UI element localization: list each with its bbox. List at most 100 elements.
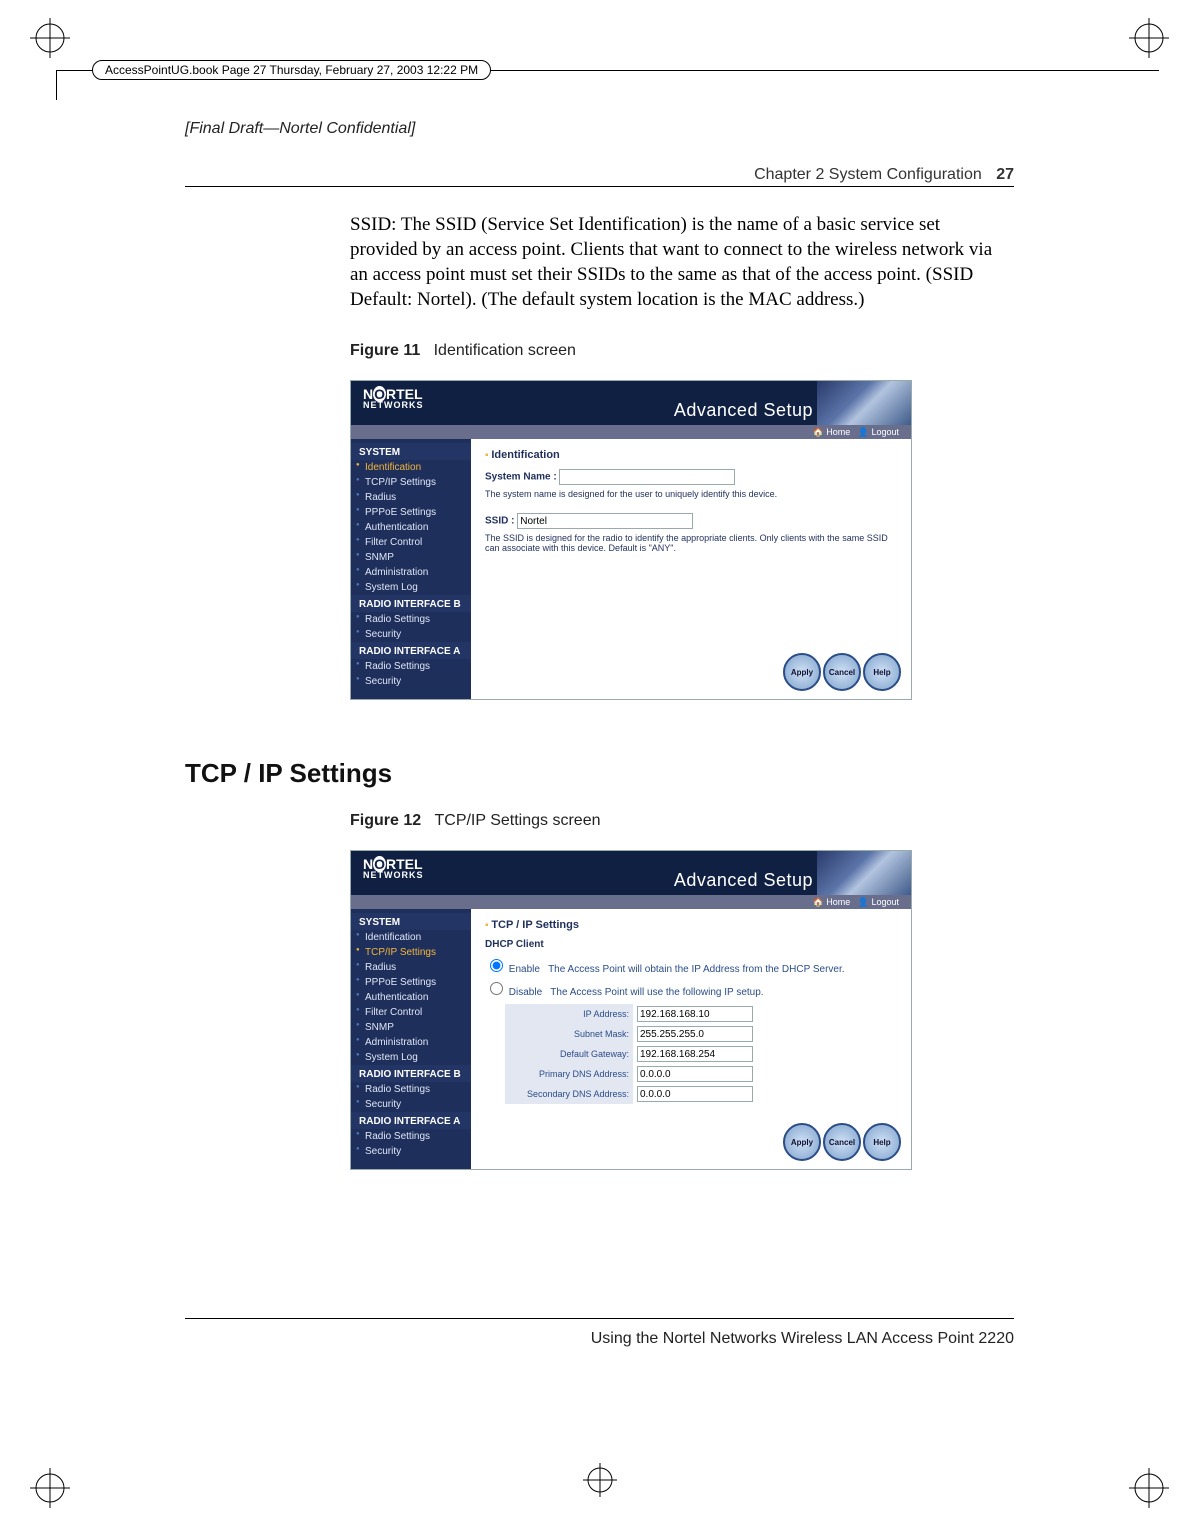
link-bar: 🏠 Home 👤 Logout xyxy=(351,895,911,909)
printmark-icon xyxy=(1129,1468,1169,1508)
figure-label: Figure 11 xyxy=(350,342,420,359)
sidebar-item-radio-settings[interactable]: Radio Settings xyxy=(351,1129,471,1144)
sidebar-item-auth[interactable]: Authentication xyxy=(351,520,471,535)
header-rule xyxy=(185,186,1014,187)
sidebar-item-admin[interactable]: Administration xyxy=(351,565,471,580)
advanced-setup-title: Advanced Setup xyxy=(674,400,813,421)
sidebar-item-tcpip[interactable]: TCP/IP Settings xyxy=(351,475,471,490)
sidebar-item-radio-settings[interactable]: Radio Settings xyxy=(351,659,471,674)
chapter-label: Chapter 2 System Configuration xyxy=(754,166,982,183)
dhcp-client-title: DHCP Client xyxy=(485,939,897,950)
page-number: 27 xyxy=(996,166,1014,183)
dhcp-enable-radio[interactable] xyxy=(490,959,503,972)
sidebar-item-security[interactable]: Security xyxy=(351,674,471,689)
screenshot-identification: NORTEL NETWORKS Advanced Setup 🏠 Home 👤 … xyxy=(350,380,912,700)
link-bar: 🏠 Home 👤 Logout xyxy=(351,425,911,439)
sidebar-item-radio-settings[interactable]: Radio Settings xyxy=(351,1082,471,1097)
sidebar-item-radius[interactable]: Radius xyxy=(351,960,471,975)
chapter-header: Chapter 2 System Configuration 27 xyxy=(754,166,1014,184)
sidebar-header-radio-a: RADIO INTERFACE A xyxy=(351,642,471,659)
sidebar-item-filter[interactable]: Filter Control xyxy=(351,1005,471,1020)
mask-label: Subnet Mask: xyxy=(505,1024,633,1044)
system-name-help: The system name is designed for the user… xyxy=(485,489,897,499)
printmark-icon xyxy=(30,18,70,58)
gateway-input[interactable] xyxy=(637,1046,753,1062)
sidebar-item-identification[interactable]: Identification xyxy=(351,460,471,475)
apply-button[interactable]: Apply xyxy=(783,1123,821,1161)
home-link[interactable]: 🏠 Home xyxy=(813,897,851,907)
sidebar-item-syslog[interactable]: System Log xyxy=(351,1050,471,1065)
sidebar-item-security[interactable]: Security xyxy=(351,627,471,642)
footer-text: Using the Nortel Networks Wireless LAN A… xyxy=(591,1330,1014,1348)
frame-rule xyxy=(56,70,57,100)
cancel-button[interactable]: Cancel xyxy=(823,1123,861,1161)
sidebar-header-radio-b: RADIO INTERFACE B xyxy=(351,595,471,612)
table-row: Secondary DNS Address: xyxy=(505,1084,757,1104)
main-panel: ▪ Identification System Name : The syste… xyxy=(471,439,911,699)
sidebar: SYSTEM Identification TCP/IP Settings Ra… xyxy=(351,439,471,699)
sidebar-header-radio-a: RADIO INTERFACE A xyxy=(351,1112,471,1129)
printmark-icon xyxy=(583,1463,617,1502)
sidebar-item-radius[interactable]: Radius xyxy=(351,490,471,505)
printmark-icon xyxy=(1129,18,1169,58)
pdns-label: Primary DNS Address: xyxy=(505,1064,633,1084)
dhcp-disable-radio[interactable] xyxy=(490,982,503,995)
nortel-logo: NORTEL NETWORKS xyxy=(363,387,424,410)
figure-title: Identification screen xyxy=(434,342,576,359)
system-name-input[interactable] xyxy=(559,469,735,485)
figure-title: TCP/IP Settings screen xyxy=(434,812,600,829)
table-row: Subnet Mask: xyxy=(505,1024,757,1044)
system-name-label: System Name : xyxy=(485,472,557,483)
ssid-input[interactable] xyxy=(517,513,693,529)
logout-link[interactable]: 👤 Logout xyxy=(858,897,899,907)
table-row: Primary DNS Address: xyxy=(505,1064,757,1084)
screenshot-header: NORTEL NETWORKS Advanced Setup xyxy=(351,851,911,895)
draft-note: [Final Draft—Nortel Confidential] xyxy=(185,120,415,138)
header-graphic xyxy=(817,381,911,425)
home-link[interactable]: 🏠 Home xyxy=(813,427,851,437)
advanced-setup-title: Advanced Setup xyxy=(674,870,813,891)
sidebar-item-tcpip[interactable]: TCP/IP Settings xyxy=(351,945,471,960)
sidebar-header-system: SYSTEM xyxy=(351,913,471,930)
sdns-label: Secondary DNS Address: xyxy=(505,1084,633,1104)
cancel-button[interactable]: Cancel xyxy=(823,653,861,691)
sidebar-item-security[interactable]: Security xyxy=(351,1097,471,1112)
mask-input[interactable] xyxy=(637,1026,753,1042)
sidebar-item-filter[interactable]: Filter Control xyxy=(351,535,471,550)
ip-label: IP Address: xyxy=(505,1004,633,1024)
sidebar-item-snmp[interactable]: SNMP xyxy=(351,550,471,565)
sidebar-item-radio-settings[interactable]: Radio Settings xyxy=(351,612,471,627)
sidebar-item-identification[interactable]: Identification xyxy=(351,930,471,945)
figure-caption: Figure 11 Identification screen xyxy=(350,342,576,360)
sidebar-item-security[interactable]: Security xyxy=(351,1144,471,1159)
ip-input[interactable] xyxy=(637,1006,753,1022)
table-row: Default Gateway: xyxy=(505,1044,757,1064)
help-button[interactable]: Help xyxy=(863,1123,901,1161)
sdns-input[interactable] xyxy=(637,1086,753,1102)
sidebar-header-system: SYSTEM xyxy=(351,443,471,460)
sidebar-item-pppoe[interactable]: PPPoE Settings xyxy=(351,975,471,990)
printmark-icon xyxy=(30,1468,70,1508)
sidebar-item-pppoe[interactable]: PPPoE Settings xyxy=(351,505,471,520)
page: AccessPointUG.book Page 27 Thursday, Feb… xyxy=(0,0,1199,1538)
figure-label: Figure 12 xyxy=(350,812,421,829)
sidebar-item-admin[interactable]: Administration xyxy=(351,1035,471,1050)
sidebar-item-auth[interactable]: Authentication xyxy=(351,990,471,1005)
body-paragraph: SSID: The SSID (Service Set Identificati… xyxy=(350,212,1010,312)
help-button[interactable]: Help xyxy=(863,653,901,691)
frame-info: AccessPointUG.book Page 27 Thursday, Feb… xyxy=(92,60,491,80)
sidebar-header-radio-b: RADIO INTERFACE B xyxy=(351,1065,471,1082)
disable-label: Disable xyxy=(509,987,542,998)
apply-button[interactable]: Apply xyxy=(783,653,821,691)
disable-help: The Access Point will use the following … xyxy=(550,987,763,998)
sidebar-item-syslog[interactable]: System Log xyxy=(351,580,471,595)
panel-title: TCP / IP Settings xyxy=(491,919,579,931)
sidebar-item-snmp[interactable]: SNMP xyxy=(351,1020,471,1035)
logout-link[interactable]: 👤 Logout xyxy=(858,427,899,437)
pdns-input[interactable] xyxy=(637,1066,753,1082)
enable-label: Enable xyxy=(509,964,540,975)
figure-caption: Figure 12 TCP/IP Settings screen xyxy=(350,812,600,830)
screenshot-tcpip: NORTEL NETWORKS Advanced Setup 🏠 Home 👤 … xyxy=(350,850,912,1170)
nortel-subbrand: NETWORKS xyxy=(363,871,424,880)
sidebar: SYSTEM Identification TCP/IP Settings Ra… xyxy=(351,909,471,1169)
